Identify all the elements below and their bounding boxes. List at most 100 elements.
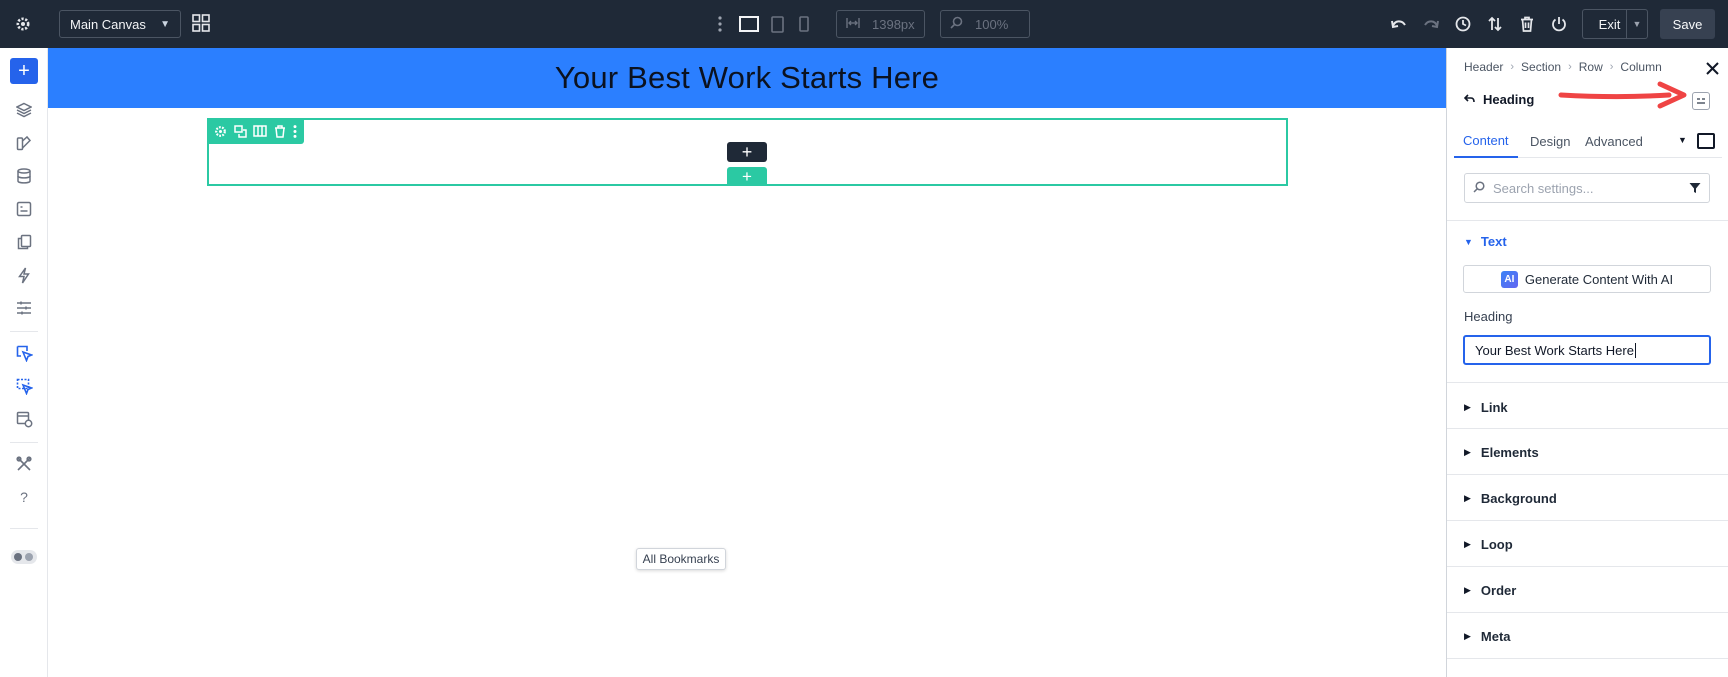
select-element-icon[interactable] [12,341,36,365]
tablet-view-icon[interactable] [768,14,786,34]
section-divider [1447,382,1728,383]
rail-divider [10,442,38,443]
breadcrumb-item-row[interactable]: Row [1579,60,1603,74]
module-title: Heading [1483,92,1535,107]
row-duplicate-icon[interactable] [234,124,247,138]
settings-sliders-icon[interactable] [12,296,36,320]
section-background-label: Background [1480,491,1557,506]
section-background-toggle[interactable]: ▶ Background [1464,491,1557,506]
caret-right-icon: ▶ [1464,493,1471,503]
heading-input-value: Your Best Work Starts Here [1475,342,1634,358]
section-divider [1447,474,1728,475]
exit-dropdown-chevron-icon[interactable]: ▼ [1626,9,1648,39]
canvas-width-field[interactable]: 1398px [836,10,925,38]
add-element-button[interactable]: + [10,58,38,84]
caret-down-icon: ▼ [1464,236,1473,247]
settings-search-input[interactable]: Search settings... [1464,173,1710,203]
header-section[interactable]: Your Best Work Starts Here [48,48,1446,108]
breadcrumb-item-header[interactable]: Header [1464,60,1503,74]
heading-text-input[interactable]: Your Best Work Starts Here [1463,335,1711,365]
help-icon[interactable]: ? [12,485,36,509]
redo-icon[interactable] [1420,13,1442,35]
tab-content[interactable]: Content [1454,124,1518,158]
add-module-button[interactable]: + [727,142,767,162]
responsive-toggle-icon[interactable] [1697,133,1715,149]
undo-icon[interactable] [1388,13,1410,35]
layers-icon[interactable] [12,98,36,122]
tab-design[interactable]: Design [1521,124,1579,158]
close-icon[interactable] [1702,58,1722,78]
history-clock-icon[interactable] [1452,13,1474,35]
section-link-toggle[interactable]: ▶ Link [1464,400,1508,415]
ai-icon: AI [1500,270,1518,288]
add-row-button[interactable]: + [727,167,767,186]
search-icon [1473,180,1485,196]
top-toolbar: Main Canvas ▼ 1398px 100% Exit ▼ Save [0,0,1728,48]
power-icon[interactable] [1548,13,1570,35]
more-vertical-icon[interactable] [714,14,726,34]
module-options-icon[interactable] [1692,92,1710,110]
caret-right-icon: ▶ [1464,585,1471,595]
grid-layout-icon[interactable] [190,12,212,34]
section-order-toggle[interactable]: ▶ Order [1464,583,1516,598]
design-palette-icon[interactable] [12,131,36,155]
section-elements-label: Elements [1480,445,1539,460]
settings-panel: Header › Section › Row › Column Heading … [1446,48,1728,677]
section-divider [1447,612,1728,613]
hero-heading[interactable]: Your Best Work Starts Here [555,60,939,96]
filter-icon[interactable] [1689,182,1701,194]
breadcrumb-item-column[interactable]: Column [1620,60,1661,74]
trash-icon[interactable] [1516,13,1538,35]
caret-right-icon: ▶ [1464,447,1471,457]
tab-more-chevron-icon[interactable]: ▼ [1678,132,1690,148]
bookmarks-tooltip: All Bookmarks [636,548,726,570]
database-icon[interactable] [12,164,36,188]
section-divider [1447,220,1728,221]
preview-settings-icon[interactable] [12,407,36,431]
row-delete-icon[interactable] [274,124,286,138]
template-icon[interactable] [12,197,36,221]
desktop-view-icon[interactable] [738,14,760,34]
section-divider [1447,520,1728,521]
zoom-search-icon [950,16,963,32]
lightning-icon[interactable] [12,263,36,287]
section-divider [1447,658,1728,659]
row-toolbar [207,118,304,144]
section-meta-label: Meta [1480,629,1511,644]
section-loop-label: Loop [1480,537,1513,552]
section-loop-toggle[interactable]: ▶ Loop [1464,537,1513,552]
main-canvas: Your Best Work Starts Here + + All Bookm… [48,48,1446,677]
pages-icon[interactable] [12,230,36,254]
row-columns-icon[interactable] [253,125,268,137]
section-elements-toggle[interactable]: ▶ Elements [1464,445,1539,460]
row-settings-gear-icon[interactable] [214,125,227,138]
rail-divider [10,331,38,332]
chevron-right-icon: › [1510,61,1515,73]
row-more-vertical-icon[interactable] [293,124,297,138]
heading-field-label: Heading [1464,309,1513,324]
theme-toggle[interactable] [11,550,37,564]
multi-select-icon[interactable] [12,374,36,398]
generate-ai-label: Generate Content With AI [1524,271,1674,287]
save-button[interactable]: Save [1660,9,1715,39]
sort-arrows-icon[interactable] [1484,13,1506,35]
zoom-value: 100% [975,16,1009,32]
canvas-select-dropdown[interactable]: Main Canvas ▼ [59,10,181,38]
tools-icon[interactable] [12,452,36,476]
settings-gear-icon[interactable] [12,13,34,35]
caret-right-icon: ▶ [1464,402,1471,412]
toggle-dot-icon [25,553,33,561]
canvas-width-value: 1398px [872,16,915,32]
panel-tabs: Content Design Advanced ▼ [1454,124,1722,158]
annotation-arrow-icon [1558,81,1687,109]
zoom-field[interactable]: 100% [940,10,1030,38]
section-text-toggle[interactable]: ▼ Text [1464,234,1507,249]
section-meta-toggle[interactable]: ▶ Meta [1464,629,1511,644]
back-arrow-icon[interactable] [1463,92,1475,107]
module-title-row: Heading [1463,92,1535,107]
text-cursor [1634,342,1636,358]
tab-advanced[interactable]: Advanced [1576,124,1652,158]
phone-view-icon[interactable] [796,14,812,34]
breadcrumb-item-section[interactable]: Section [1521,60,1561,74]
generate-ai-button[interactable]: AI Generate Content With AI [1463,265,1711,293]
